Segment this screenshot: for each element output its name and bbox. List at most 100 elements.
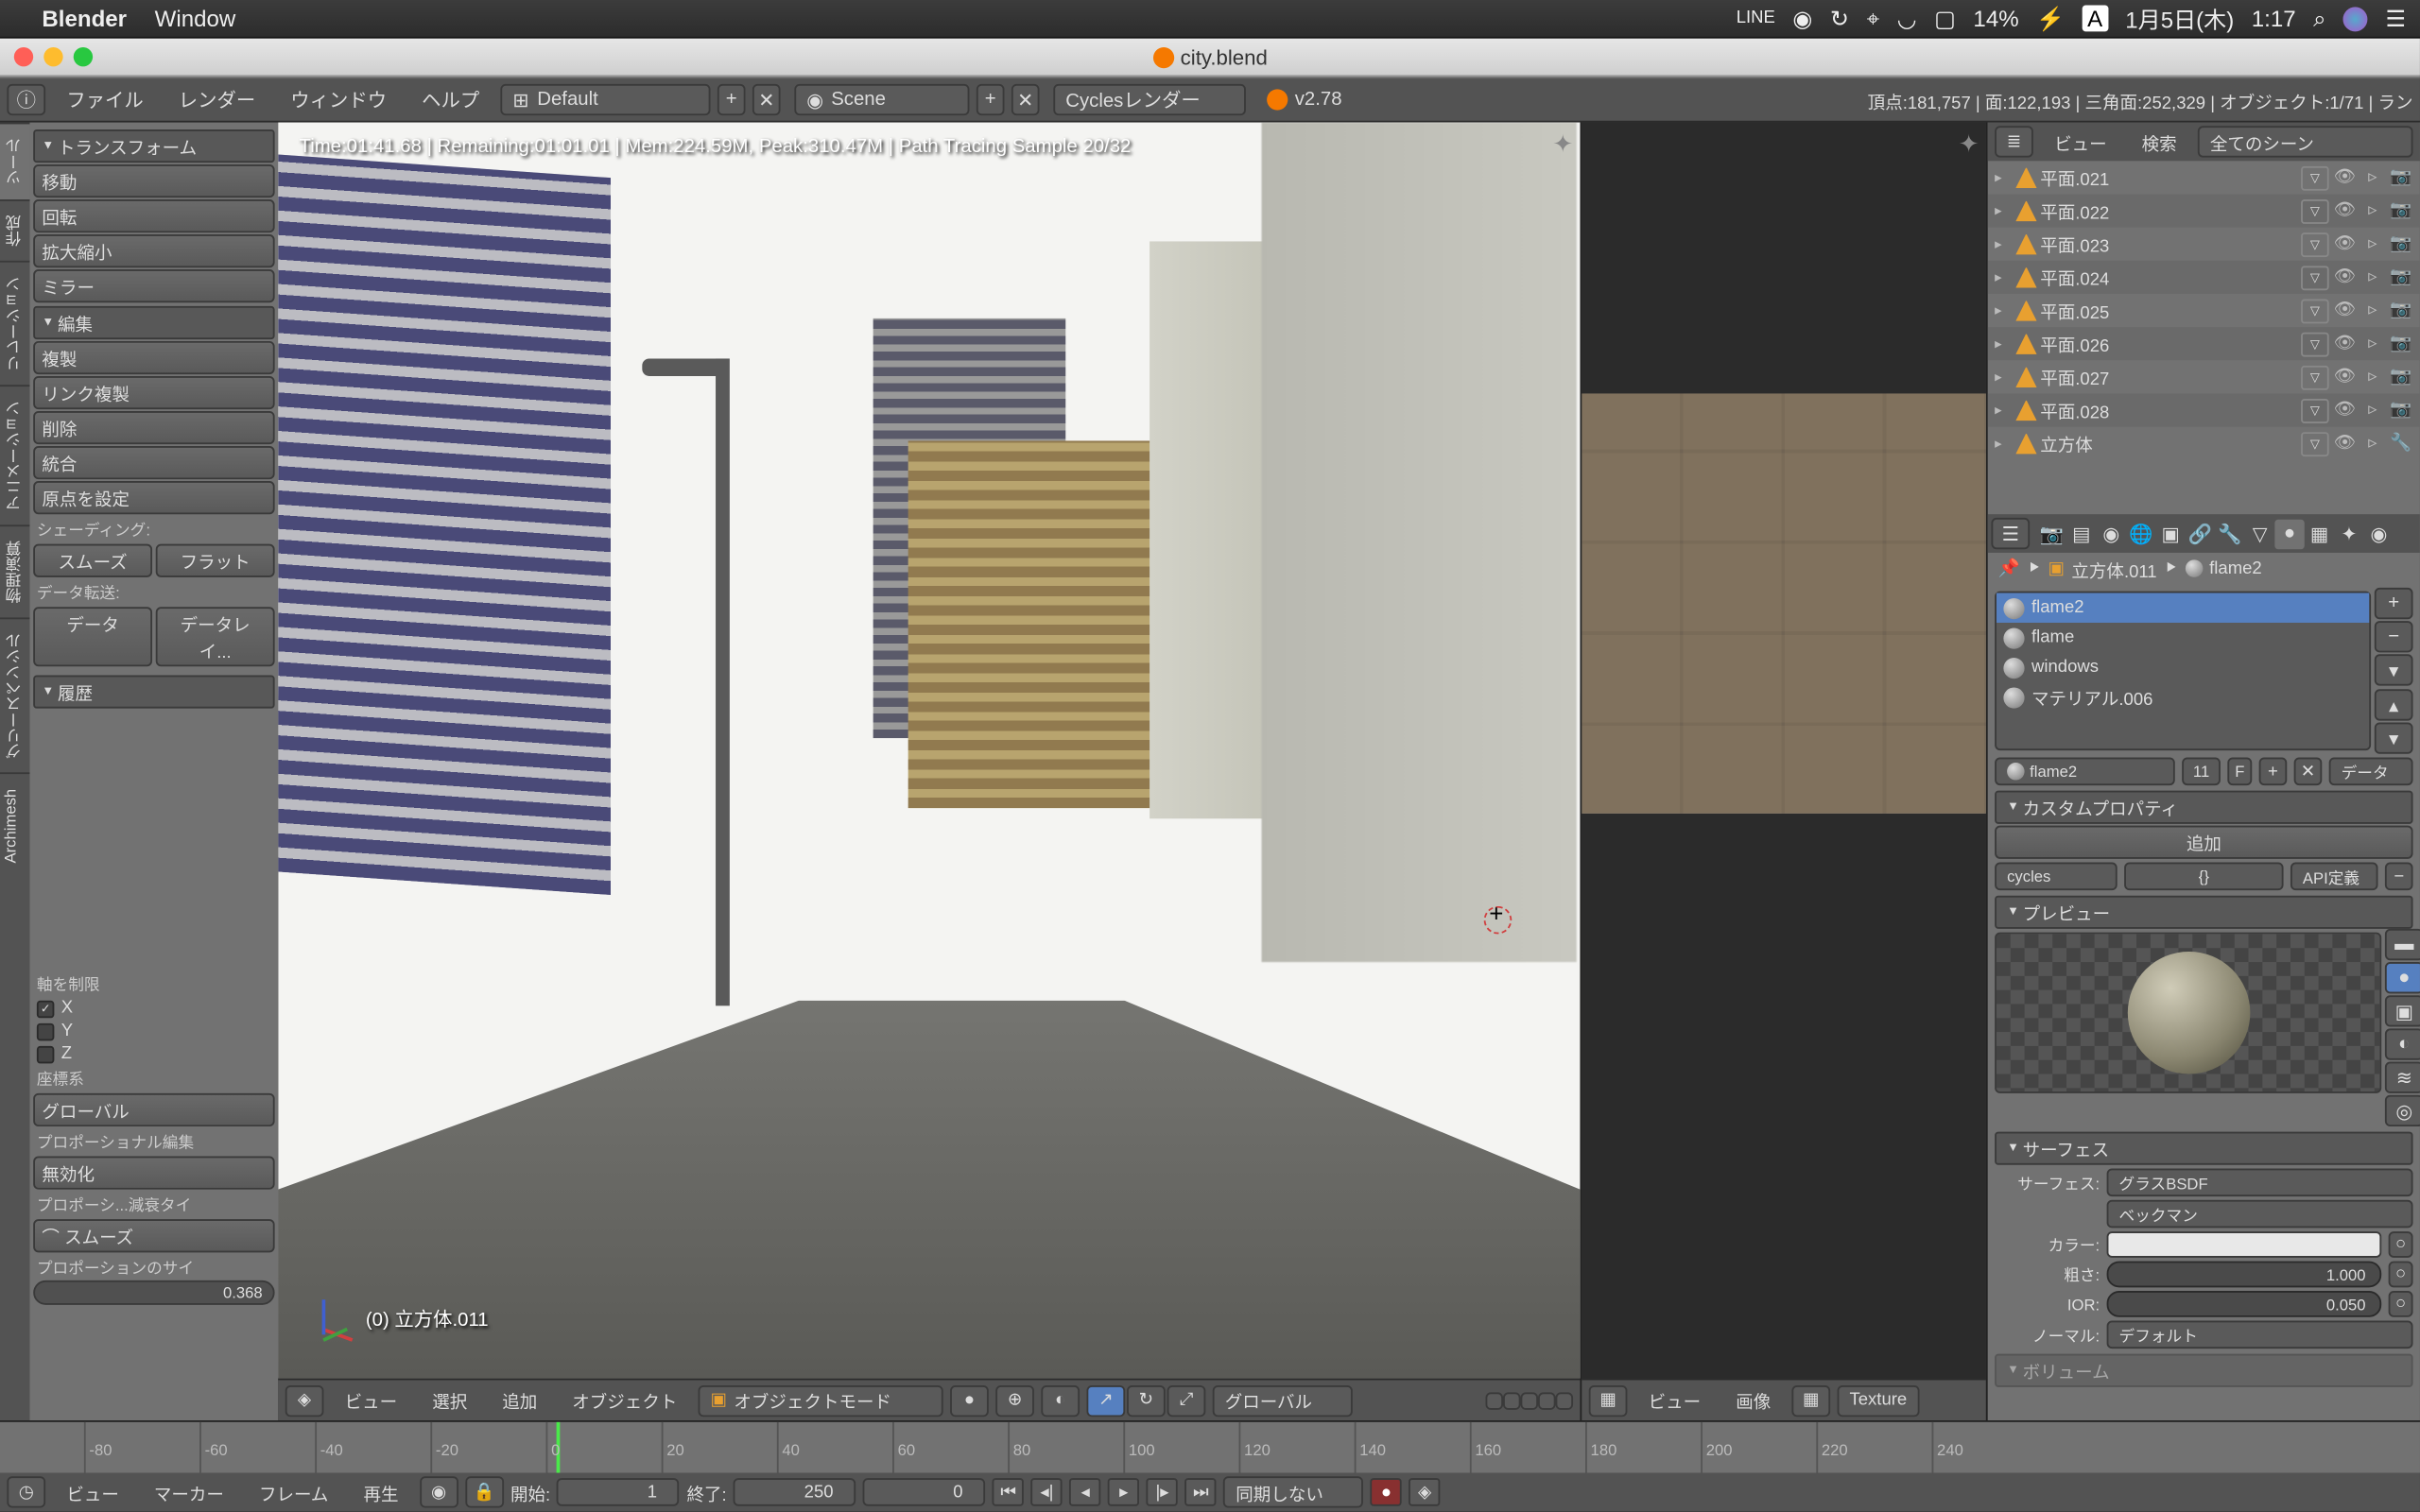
screen-layout[interactable]: ⊞Default	[500, 84, 710, 115]
smooth-button[interactable]: スムーズ	[33, 544, 152, 577]
bluetooth-icon[interactable]: ⌖	[1867, 5, 1880, 33]
prop-size[interactable]: 0.368	[33, 1280, 274, 1305]
axis-x-check[interactable]: ✓X	[33, 997, 274, 1020]
region-add-icon[interactable]: ✦	[1552, 129, 1573, 159]
wifi-icon[interactable]: ◡	[1897, 5, 1917, 33]
scene-select[interactable]: ◉Scene	[794, 84, 969, 115]
outliner-row[interactable]: ▸ 平面.027 ▽ 👁 ▹ 📷	[1988, 360, 2420, 393]
editor-type-timeline-icon[interactable]: ◷	[7, 1476, 45, 1507]
visibility-icon[interactable]: 👁	[2332, 265, 2357, 289]
start-frame[interactable]: 1	[558, 1478, 681, 1506]
outliner-row[interactable]: ▸ 立方体 ▽ 👁 ▹ 🔧	[1988, 427, 2420, 460]
layout-add[interactable]: +	[717, 84, 746, 115]
tl-view-menu[interactable]: ビュー	[53, 1479, 133, 1505]
tab-animation[interactable]: アニメーション	[0, 385, 29, 524]
menu-render[interactable]: レンダー	[164, 86, 269, 114]
selectable-icon[interactable]: ▹	[2360, 165, 2385, 190]
preview-world-icon[interactable]: ◎	[2385, 1095, 2420, 1126]
tab-data[interactable]: ▽	[2245, 519, 2274, 548]
visibility-icon[interactable]: 👁	[2332, 332, 2357, 356]
flat-button[interactable]: フラット	[156, 544, 275, 577]
material-slot[interactable]: flame2	[1996, 593, 2369, 622]
editor-type-uv-icon[interactable]: ▦	[1589, 1384, 1628, 1416]
visibility-icon[interactable]: 👁	[2332, 365, 2357, 389]
outliner-row[interactable]: ▸ 平面.025 ▽ 👁 ▹ 📷	[1988, 294, 2420, 327]
material-users[interactable]: 11	[2182, 757, 2221, 785]
tl-marker-menu[interactable]: マーカー	[140, 1479, 238, 1505]
expand-icon[interactable]: ▸	[1995, 269, 2013, 285]
mesh-data-icon[interactable]: ▽	[2301, 232, 2329, 256]
join-button[interactable]: 統合	[33, 446, 274, 479]
material-unlink[interactable]: ✕	[2294, 757, 2323, 785]
uv-texture-select[interactable]: Texture	[1838, 1384, 1920, 1416]
sync-mode[interactable]: 同期しない	[1223, 1476, 1363, 1507]
material-new[interactable]: +	[2259, 757, 2288, 785]
menu-window[interactable]: Window	[155, 6, 236, 32]
jump-prev-key-icon[interactable]: ◂|	[1031, 1478, 1063, 1506]
view-menu[interactable]: ビュー	[331, 1387, 411, 1414]
tab-tools[interactable]: ツール	[0, 123, 29, 199]
renderable-icon[interactable]: 📷	[2389, 265, 2413, 289]
tab-render-layers[interactable]: ▤	[2066, 519, 2096, 548]
selectable-icon[interactable]: ▹	[2360, 332, 2385, 356]
selectable-icon[interactable]: ▹	[2360, 265, 2385, 289]
mat-down-button[interactable]: ▾	[2375, 722, 2413, 753]
tab-archimesh[interactable]: Archimesh	[0, 773, 29, 877]
notification-icon[interactable]: ☰	[2386, 5, 2407, 33]
tl-frame-menu[interactable]: フレーム	[245, 1479, 342, 1505]
selectable-icon[interactable]: ▹	[2360, 198, 2385, 223]
expand-icon[interactable]: ▸	[1995, 436, 2013, 452]
time[interactable]: 1:17	[2252, 6, 2296, 32]
falloff-type[interactable]: ⌒ スムーズ	[33, 1219, 274, 1252]
visibility-icon[interactable]: 👁	[2332, 232, 2357, 256]
tab-scene[interactable]: ◉	[2096, 519, 2125, 548]
renderable-icon[interactable]: 📷	[2389, 165, 2413, 190]
color-swatch[interactable]	[2107, 1231, 2382, 1258]
battery-icon[interactable]: ⚡	[2036, 5, 2065, 33]
edit-panel[interactable]: 編集	[33, 306, 274, 339]
layout-close[interactable]: ✕	[752, 84, 781, 115]
scene-close[interactable]: ✕	[1011, 84, 1040, 115]
tab-material[interactable]: ●	[2274, 519, 2304, 548]
outliner-search[interactable]: 検索	[2128, 129, 2191, 155]
app-name[interactable]: Blender	[42, 6, 127, 32]
expand-icon[interactable]: ▸	[1995, 335, 2013, 352]
renderable-icon[interactable]: 📷	[2389, 398, 2413, 422]
selectable-icon[interactable]: ▹	[2360, 232, 2385, 256]
renderable-icon[interactable]: 📷	[2389, 299, 2413, 323]
material-datablock[interactable]: flame2	[1995, 757, 2175, 785]
render-engine[interactable]: Cyclesレンダー	[1053, 84, 1246, 115]
rough-node-icon[interactable]: ○	[2389, 1262, 2413, 1288]
editor-type-props-icon[interactable]: ☰	[1991, 518, 2030, 549]
outliner-row[interactable]: ▸ 平面.026 ▽ 👁 ▹ 📷	[1988, 327, 2420, 360]
ior-value[interactable]: 0.050	[2107, 1291, 2382, 1317]
keyframe-type-icon[interactable]: 🔒	[465, 1476, 504, 1507]
selectable-icon[interactable]: ▹	[2360, 365, 2385, 389]
tl-playback-menu[interactable]: 再生	[350, 1479, 413, 1505]
breadcrumb-object[interactable]: 立方体.011	[2071, 556, 2156, 582]
manipulator-icon[interactable]: ◐	[1041, 1384, 1080, 1416]
outliner-row[interactable]: ▸ 平面.024 ▽ 👁 ▹ 📷	[1988, 261, 2420, 294]
selectable-icon[interactable]: ▹	[2360, 299, 2385, 323]
editor-type-outliner-icon[interactable]: ≣	[1995, 126, 2033, 157]
outliner-row[interactable]: ▸ 平面.022 ▽ 👁 ▹ 📷	[1988, 194, 2420, 227]
tab-physics[interactable]: ◉	[2364, 519, 2394, 548]
manipulator-axes[interactable]: ↗ ↻ ⤢	[1086, 1384, 1205, 1416]
battery-percent[interactable]: 14%	[1973, 6, 2018, 32]
spotlight-icon[interactable]: ⌕	[2313, 5, 2325, 33]
renderable-icon[interactable]: 📷	[2389, 198, 2413, 223]
uv-mode-icon[interactable]: ▦	[1791, 1384, 1830, 1416]
timemachine-icon[interactable]: ↻	[1830, 5, 1849, 33]
visibility-icon[interactable]: 👁	[2332, 198, 2357, 223]
auto-keyframe-icon[interactable]: ◉	[420, 1476, 458, 1507]
prop-edit-mode[interactable]: 無効化	[33, 1157, 274, 1190]
line-indicator[interactable]: LINE	[1737, 9, 1775, 27]
renderable-icon[interactable]: 📷	[2389, 332, 2413, 356]
mesh-data-icon[interactable]: ▽	[2301, 299, 2329, 323]
tab-create[interactable]: 作成	[0, 199, 29, 261]
scene-add[interactable]: +	[977, 84, 1005, 115]
mirror-button[interactable]: ミラー	[33, 269, 274, 302]
api-def-button[interactable]: API定義	[2290, 863, 2378, 891]
pin-icon[interactable]: 📌	[1998, 558, 2020, 577]
visibility-icon[interactable]: 👁	[2332, 398, 2357, 422]
